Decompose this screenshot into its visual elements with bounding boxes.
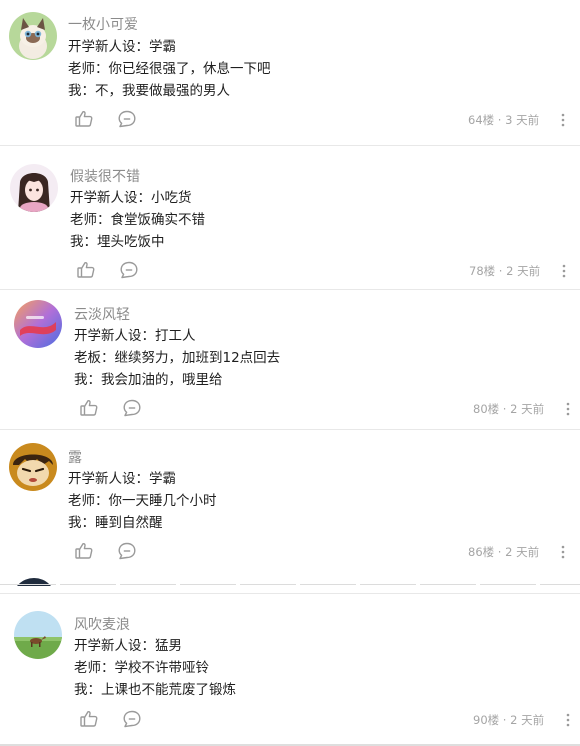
thumbs-up-icon[interactable] [79, 398, 99, 418]
divider [0, 584, 580, 585]
username[interactable]: 假装很不错 [70, 166, 140, 186]
comment-line: 老师：食堂饭确实不错 [70, 212, 205, 228]
comment-line: 我：睡到自然醒 [68, 515, 163, 531]
cartoon-boy-avatar[interactable] [9, 443, 57, 491]
more-options-icon[interactable] [559, 112, 567, 128]
comment-line: 老师：学校不许带哑铃 [74, 660, 209, 676]
divider [0, 429, 580, 430]
gradient-abstract-avatar[interactable] [14, 300, 62, 348]
more-options-icon[interactable] [564, 712, 572, 728]
comment-meta: 86楼 · 2 天前 [468, 544, 539, 560]
cat-avatar[interactable] [9, 12, 57, 60]
comment-line: 我：我会加油的，哦里给 [74, 372, 223, 388]
landscape-horse-avatar[interactable] [14, 611, 62, 659]
floor-number: 90楼 [473, 713, 500, 727]
reply-bubble-icon[interactable] [117, 541, 137, 561]
comment-line: 开学新人设：猛男 [74, 638, 182, 654]
comment-line: 我：上课也不能荒废了锻炼 [74, 682, 236, 698]
meta-separator: · [497, 113, 502, 127]
divider [0, 145, 580, 146]
username[interactable]: 云淡风轻 [74, 304, 130, 324]
comment-line: 老师：你已经很强了，休息一下吧 [68, 61, 271, 77]
comment-time: 2 天前 [506, 264, 541, 278]
reply-bubble-icon[interactable] [119, 260, 139, 280]
more-options-icon[interactable] [559, 544, 567, 560]
username[interactable]: 风吹麦浪 [74, 614, 130, 634]
comment-line: 开学新人设：打工人 [74, 328, 196, 344]
comment-meta: 80楼 · 2 天前 [473, 401, 544, 417]
comment-time: 2 天前 [510, 402, 545, 416]
username[interactable]: 一枚小可爱 [68, 14, 138, 34]
comment-line: 我：不，我要做最强的男人 [68, 83, 230, 99]
comment-line: 老师：你一天睡几个小时 [68, 493, 217, 509]
username[interactable]: 露 [68, 447, 82, 467]
more-options-icon[interactable] [564, 401, 572, 417]
reply-bubble-icon[interactable] [122, 398, 142, 418]
floor-number: 78楼 [469, 264, 496, 278]
meta-separator: · [498, 264, 503, 278]
divider [0, 289, 580, 290]
meta-separator: · [502, 402, 507, 416]
comment-meta: 78楼 · 2 天前 [469, 263, 540, 279]
comment-time: 3 天前 [505, 113, 540, 127]
comment-line: 我：埋头吃饭中 [70, 234, 165, 250]
thumbs-up-icon[interactable] [76, 260, 96, 280]
comment-time: 2 天前 [505, 545, 540, 559]
thumbs-up-icon[interactable] [74, 109, 94, 129]
comment-time: 2 天前 [510, 713, 545, 727]
comment-line: 老板：继续努力，加班到12点回去 [74, 350, 281, 366]
reply-bubble-icon[interactable] [122, 709, 142, 729]
floor-number: 86楼 [468, 545, 495, 559]
comment-line: 开学新人设：小吃货 [70, 190, 192, 206]
comment-line: 开学新人设：学霸 [68, 39, 176, 55]
meta-separator: · [497, 545, 502, 559]
reply-bubble-icon[interactable] [117, 109, 137, 129]
floor-number: 64楼 [468, 113, 495, 127]
anime-girl-avatar[interactable] [10, 164, 58, 212]
thumbs-up-icon[interactable] [74, 541, 94, 561]
divider [0, 593, 580, 594]
comment-meta: 64楼 · 3 天前 [468, 112, 539, 128]
comment-meta: 90楼 · 2 天前 [473, 712, 544, 728]
more-options-icon[interactable] [560, 263, 568, 279]
floor-number: 80楼 [473, 402, 500, 416]
thumbs-up-icon[interactable] [79, 709, 99, 729]
meta-separator: · [502, 713, 507, 727]
comment-line: 开学新人设：学霸 [68, 471, 176, 487]
